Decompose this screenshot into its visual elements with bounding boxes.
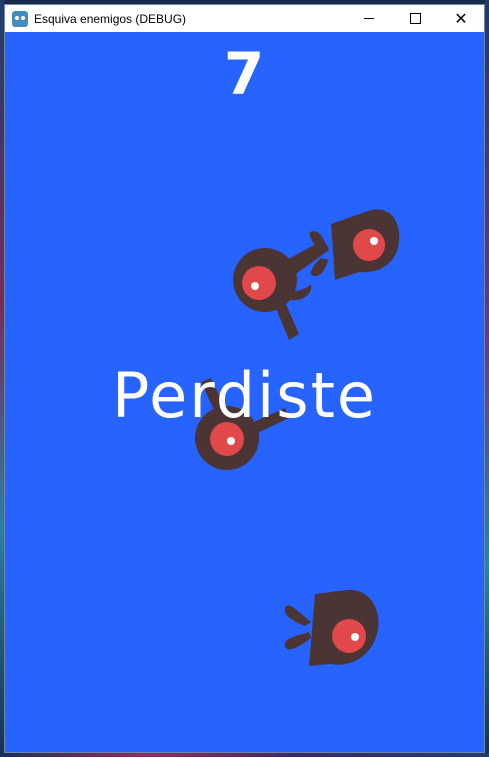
game-viewport[interactable]: 7 Perdiste: [5, 32, 484, 752]
desktop-edge-right: [485, 0, 489, 757]
title-bar[interactable]: Esquiva enemigos (DEBUG) ✕: [5, 5, 484, 32]
enemy-eye-with-tail: [233, 240, 329, 340]
close-button[interactable]: ✕: [438, 5, 484, 32]
minimize-icon: [364, 18, 374, 19]
desktop-edge-bottom: [0, 753, 489, 757]
maximize-icon: [409, 13, 421, 24]
score-label: 7: [223, 40, 266, 108]
window-controls: ✕: [346, 5, 484, 32]
close-icon: ✕: [454, 8, 468, 28]
godot-app-icon: [12, 10, 28, 27]
window-title: Esquiva enemigos (DEBUG): [34, 11, 187, 26]
game-over-message: Perdiste: [111, 359, 378, 432]
game-window: Esquiva enemigos (DEBUG) ✕ 7 Perdiste: [4, 4, 485, 753]
enemy-fish-bottom: [284, 589, 379, 666]
minimize-button[interactable]: [346, 5, 392, 32]
maximize-button[interactable]: [392, 5, 438, 32]
